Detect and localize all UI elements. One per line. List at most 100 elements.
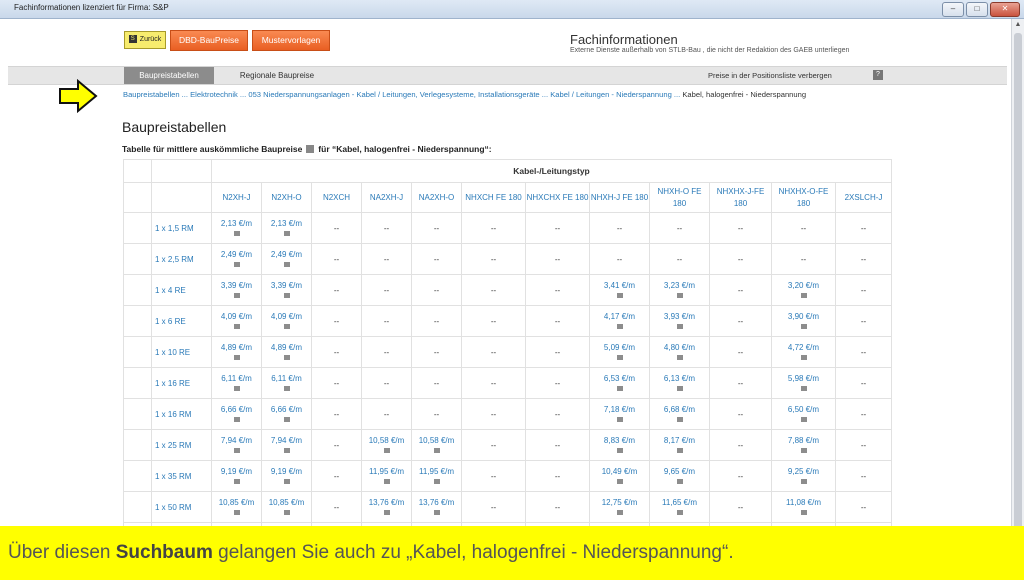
column-header[interactable]: NHXCH FE 180 [461, 182, 526, 213]
price-cell[interactable]: 6,13 €/m [649, 367, 710, 399]
price-value[interactable]: 8,17 €/m [650, 435, 709, 446]
price-info-icon[interactable] [233, 262, 240, 267]
row-label[interactable]: 1 x 6 RE [151, 305, 212, 337]
price-value[interactable]: 6,11 €/m [262, 373, 311, 384]
price-value[interactable]: 12,75 €/m [590, 497, 649, 508]
vertical-scrollbar[interactable]: ▲ [1011, 19, 1024, 580]
price-cell[interactable]: 2,13 €/m [261, 212, 312, 244]
price-info-icon[interactable] [616, 417, 623, 422]
price-value[interactable]: 8,83 €/m [590, 435, 649, 446]
price-info-icon[interactable] [283, 231, 290, 236]
price-value[interactable]: 4,09 €/m [212, 311, 261, 322]
price-info-icon[interactable] [233, 324, 240, 329]
price-cell[interactable]: 3,93 €/m [649, 305, 710, 337]
price-info-icon[interactable] [233, 386, 240, 391]
row-label[interactable]: 1 x 50 RM [151, 491, 212, 523]
price-cell[interactable]: 4,80 €/m [649, 336, 710, 368]
price-value[interactable]: 4,89 €/m [212, 342, 261, 353]
price-cell[interactable]: 13,76 €/m [411, 491, 462, 523]
price-value[interactable]: 6,50 €/m [772, 404, 835, 415]
price-cell[interactable]: 6,53 €/m [589, 367, 650, 399]
price-value[interactable]: 9,25 €/m [772, 466, 835, 477]
price-value[interactable]: 10,85 €/m [212, 497, 261, 508]
price-info-icon[interactable] [800, 386, 807, 391]
column-header[interactable]: N2XH-O [261, 182, 312, 213]
price-cell[interactable]: 3,23 €/m [649, 274, 710, 306]
help-icon[interactable]: ? [873, 70, 883, 80]
column-header[interactable]: N2XH-J [211, 182, 262, 213]
price-value[interactable]: 7,18 €/m [590, 404, 649, 415]
back-button[interactable]: S Zurück [124, 31, 166, 49]
price-cell[interactable]: 4,17 €/m [589, 305, 650, 337]
price-value[interactable]: 9,65 €/m [650, 466, 709, 477]
price-info-icon[interactable] [800, 479, 807, 484]
price-info-icon[interactable] [676, 479, 683, 484]
price-info-icon[interactable] [800, 448, 807, 453]
price-value[interactable]: 5,09 €/m [590, 342, 649, 353]
price-info-icon[interactable] [233, 510, 240, 515]
price-value[interactable]: 6,53 €/m [590, 373, 649, 384]
price-cell[interactable]: 7,94 €/m [211, 429, 262, 461]
price-value[interactable]: 3,20 €/m [772, 280, 835, 291]
price-info-icon[interactable] [433, 510, 440, 515]
close-button[interactable]: ✕ [990, 2, 1020, 17]
price-cell[interactable]: 12,75 €/m [589, 491, 650, 523]
price-value[interactable]: 7,88 €/m [772, 435, 835, 446]
price-cell[interactable]: 3,41 €/m [589, 274, 650, 306]
price-info-icon[interactable] [233, 355, 240, 360]
price-cell[interactable]: 5,09 €/m [589, 336, 650, 368]
row-label[interactable]: 1 x 4 RE [151, 274, 212, 306]
price-cell[interactable]: 7,18 €/m [589, 398, 650, 430]
price-value[interactable]: 2,49 €/m [212, 249, 261, 260]
price-cell[interactable]: 10,85 €/m [211, 491, 262, 523]
price-info-icon[interactable] [233, 231, 240, 236]
row-label[interactable]: 1 x 25 RM [151, 429, 212, 461]
price-info-icon[interactable] [283, 386, 290, 391]
column-header[interactable]: NHXH-J FE 180 [589, 182, 650, 213]
price-info-icon[interactable] [283, 355, 290, 360]
price-cell[interactable]: 3,20 €/m [771, 274, 836, 306]
price-value[interactable]: 13,76 €/m [362, 497, 411, 508]
price-info-icon[interactable] [676, 510, 683, 515]
price-cell[interactable]: 7,88 €/m [771, 429, 836, 461]
price-value[interactable]: 13,76 €/m [412, 497, 461, 508]
price-info-icon[interactable] [233, 293, 240, 298]
price-info-icon[interactable] [800, 510, 807, 515]
price-info-icon[interactable] [676, 324, 683, 329]
price-cell[interactable]: 11,08 €/m [771, 491, 836, 523]
price-info-icon[interactable] [283, 479, 290, 484]
column-header[interactable]: NHXHX-O-FE 180 [771, 182, 836, 213]
scrollbar-thumb[interactable] [1014, 33, 1022, 533]
price-cell[interactable]: 2,13 €/m [211, 212, 262, 244]
price-info-icon[interactable] [616, 324, 623, 329]
price-value[interactable]: 10,85 €/m [262, 497, 311, 508]
column-header[interactable]: N2XCH [311, 182, 362, 213]
price-info-icon[interactable] [283, 262, 290, 267]
price-info-icon[interactable] [383, 510, 390, 515]
price-value[interactable]: 6,66 €/m [212, 404, 261, 415]
price-value[interactable]: 3,90 €/m [772, 311, 835, 322]
price-cell[interactable]: 3,39 €/m [261, 274, 312, 306]
price-value[interactable]: 3,39 €/m [262, 280, 311, 291]
price-info-icon[interactable] [616, 355, 623, 360]
mustervorlagen-button[interactable]: Mustervorlagen [252, 30, 330, 51]
price-info-icon[interactable] [616, 510, 623, 515]
price-value[interactable]: 4,17 €/m [590, 311, 649, 322]
price-cell[interactable]: 10,58 €/m [411, 429, 462, 461]
hide-prices-link[interactable]: Preise in der Positionsliste verbergen [708, 67, 832, 84]
column-header[interactable]: NHXCHX FE 180 [525, 182, 590, 213]
price-value[interactable]: 11,65 €/m [650, 497, 709, 508]
column-header[interactable]: 2XSLCH-J [835, 182, 892, 213]
price-value[interactable]: 9,19 €/m [262, 466, 311, 477]
price-cell[interactable]: 11,65 €/m [649, 491, 710, 523]
price-info-icon[interactable] [433, 448, 440, 453]
price-value[interactable]: 4,80 €/m [650, 342, 709, 353]
price-cell[interactable]: 10,58 €/m [361, 429, 412, 461]
row-label[interactable]: 1 x 16 RM [151, 398, 212, 430]
price-value[interactable]: 11,95 €/m [412, 466, 461, 477]
price-value[interactable]: 6,13 €/m [650, 373, 709, 384]
price-cell[interactable]: 9,19 €/m [211, 460, 262, 492]
price-value[interactable]: 7,94 €/m [212, 435, 261, 446]
price-value[interactable]: 7,94 €/m [262, 435, 311, 446]
price-info-icon[interactable] [800, 293, 807, 298]
